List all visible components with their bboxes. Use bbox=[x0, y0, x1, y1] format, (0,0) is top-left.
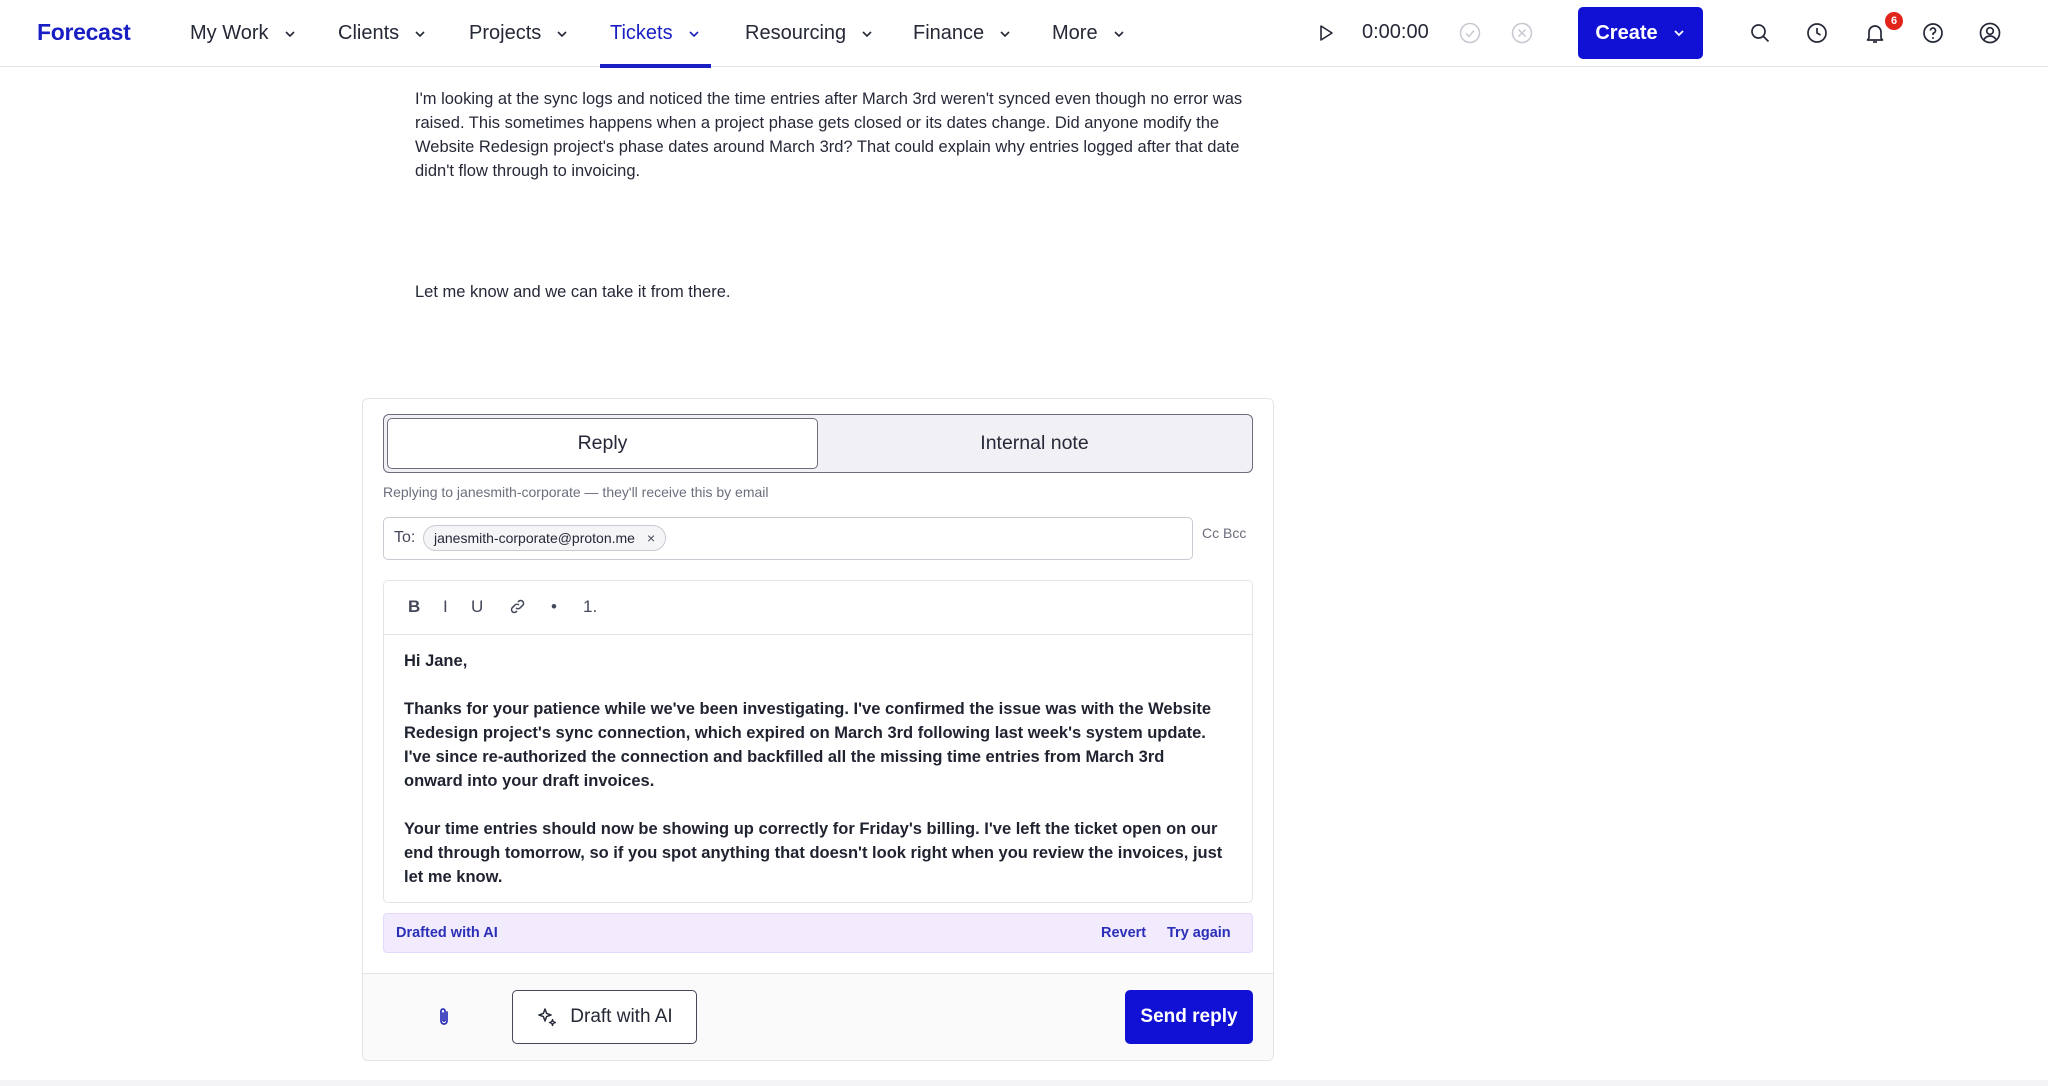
chevron-down-icon bbox=[415, 30, 425, 37]
nav-more-label: More bbox=[1052, 22, 1098, 44]
tab-reply[interactable]: Reply bbox=[387, 418, 818, 469]
bell-icon[interactable] bbox=[1863, 21, 1887, 45]
cc-bcc-link[interactable]: Cc Bcc bbox=[1202, 525, 1246, 541]
recipient-email: janesmith-corporate@proton.me bbox=[434, 530, 635, 546]
check-circle-icon[interactable] bbox=[1459, 22, 1481, 44]
reply-hint: Replying to janesmith-corporate — they'l… bbox=[383, 484, 769, 500]
nav-my-work-label: My Work bbox=[190, 22, 269, 44]
chevron-down-icon bbox=[1000, 30, 1010, 37]
paperclip-icon[interactable] bbox=[434, 1006, 454, 1028]
reply-greeting: Hi Jane, bbox=[404, 652, 468, 670]
bullet-list-button[interactable]: • bbox=[551, 597, 557, 617]
help-icon[interactable] bbox=[1921, 21, 1945, 45]
underline-button[interactable]: U bbox=[471, 597, 483, 617]
page-bottom-edge bbox=[0, 1080, 2048, 1086]
nav-my-work[interactable]: My Work bbox=[190, 0, 297, 67]
try-again-button[interactable]: Try again bbox=[1167, 925, 1231, 941]
notification-badge: 6 bbox=[1885, 12, 1903, 30]
reply-editor[interactable]: B I U • 1. Hi Jane, Thanks for your pati… bbox=[383, 580, 1253, 903]
x-circle-icon[interactable] bbox=[1511, 22, 1533, 44]
italic-button[interactable]: I bbox=[443, 597, 448, 617]
nav-projects[interactable]: Projects bbox=[469, 0, 569, 67]
top-navigation: Forecast My Work Clients Projects Ticket… bbox=[0, 0, 2048, 68]
search-icon[interactable] bbox=[1748, 21, 1772, 45]
nav-finance[interactable]: Finance bbox=[913, 0, 1012, 67]
forecast-logo[interactable]: Forecast bbox=[37, 19, 131, 46]
recipient-field[interactable]: To: janesmith-corporate@proton.me × bbox=[383, 517, 1193, 560]
send-reply-button[interactable]: Send reply bbox=[1125, 990, 1253, 1044]
play-icon[interactable] bbox=[1316, 23, 1336, 43]
nav-resourcing-label: Resourcing bbox=[745, 22, 847, 44]
bold-button[interactable]: B bbox=[408, 597, 420, 617]
chevron-down-icon bbox=[1673, 30, 1684, 37]
chevron-down-icon bbox=[1114, 30, 1124, 37]
user-icon[interactable] bbox=[1978, 21, 2002, 45]
message-paragraph: I'm looking at the sync logs and noticed… bbox=[415, 90, 1243, 180]
create-button[interactable]: Create bbox=[1578, 7, 1703, 59]
nav-more[interactable]: More bbox=[1052, 0, 1126, 67]
recipient-chip: janesmith-corporate@proton.me × bbox=[423, 525, 667, 551]
clock-icon[interactable] bbox=[1805, 21, 1829, 45]
create-button-label: Create bbox=[1595, 21, 1658, 44]
chevron-down-icon bbox=[284, 30, 295, 37]
remove-recipient-icon[interactable]: × bbox=[647, 530, 655, 546]
nav-tickets[interactable]: Tickets bbox=[600, 0, 711, 68]
chevron-down-icon bbox=[862, 30, 872, 37]
nav-clients[interactable]: Clients bbox=[338, 0, 427, 67]
nav-tickets-label: Tickets bbox=[610, 22, 673, 44]
tab-internal-note[interactable]: Internal note bbox=[819, 418, 1250, 469]
draft-with-ai-button[interactable]: Draft with AI bbox=[512, 990, 697, 1044]
message-paragraph: Let me know and we can take it from ther… bbox=[415, 283, 731, 301]
link-icon[interactable] bbox=[508, 597, 527, 616]
ai-draft-bar: Drafted with AI Revert Try again bbox=[383, 913, 1253, 953]
timer-display: 0:00:00 bbox=[1362, 21, 1429, 43]
nav-finance-label: Finance bbox=[913, 22, 985, 44]
nav-clients-label: Clients bbox=[338, 22, 400, 44]
ai-draft-label: Drafted with AI bbox=[396, 925, 498, 941]
reply-body: Hi Jane, Thanks for your patience while … bbox=[404, 649, 1224, 913]
numbered-list-button[interactable]: 1. bbox=[583, 597, 597, 617]
nav-resourcing[interactable]: Resourcing bbox=[745, 0, 874, 67]
nav-projects-label: Projects bbox=[469, 22, 542, 44]
revert-button[interactable]: Revert bbox=[1101, 925, 1146, 941]
to-label: To: bbox=[394, 529, 416, 546]
chevron-down-icon bbox=[557, 30, 567, 37]
reply-mode-toggle: Reply Internal note bbox=[383, 414, 1253, 473]
sparkle-icon bbox=[538, 1008, 557, 1027]
chevron-down-icon bbox=[689, 30, 699, 37]
reply-paragraph: Thanks for your patience while we've bee… bbox=[404, 700, 1212, 790]
formatting-toolbar: B I U • 1. bbox=[384, 581, 1252, 635]
reply-paragraph: Your time entries should now be showing … bbox=[404, 820, 1223, 886]
draft-with-ai-label: Draft with AI bbox=[570, 1006, 673, 1027]
